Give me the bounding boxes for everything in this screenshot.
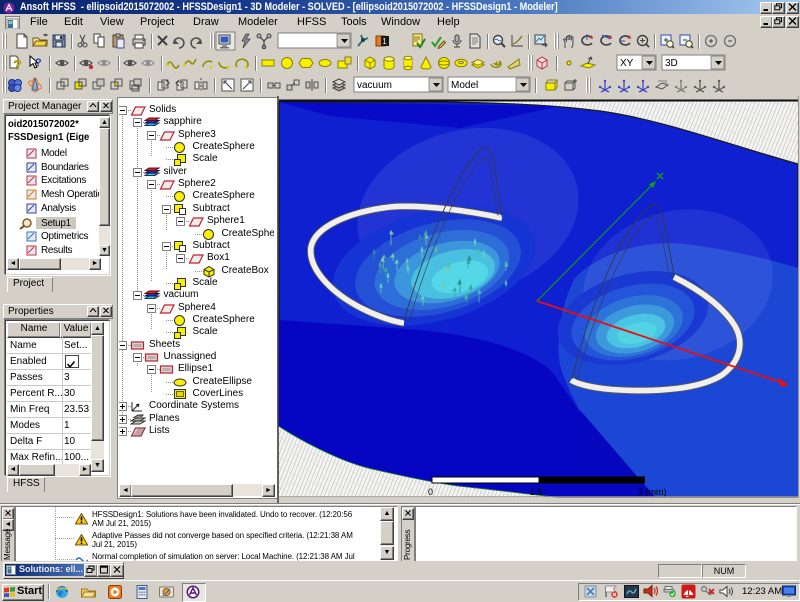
svg-text:XY: XY	[620, 58, 634, 69]
svg-text:?: ?	[14, 57, 22, 72]
svg-text:1.5: 1.5	[530, 487, 543, 497]
svg-text:3D: 3D	[665, 58, 678, 69]
svg-text:3 (mm): 3 (mm)	[638, 487, 667, 497]
svg-text:?: ?	[35, 57, 42, 69]
svg-text:Model: Model	[451, 80, 478, 91]
svg-text:vacuum: vacuum	[357, 80, 392, 91]
svg-text:1: 1	[382, 37, 387, 46]
svg-text:0: 0	[428, 487, 433, 497]
